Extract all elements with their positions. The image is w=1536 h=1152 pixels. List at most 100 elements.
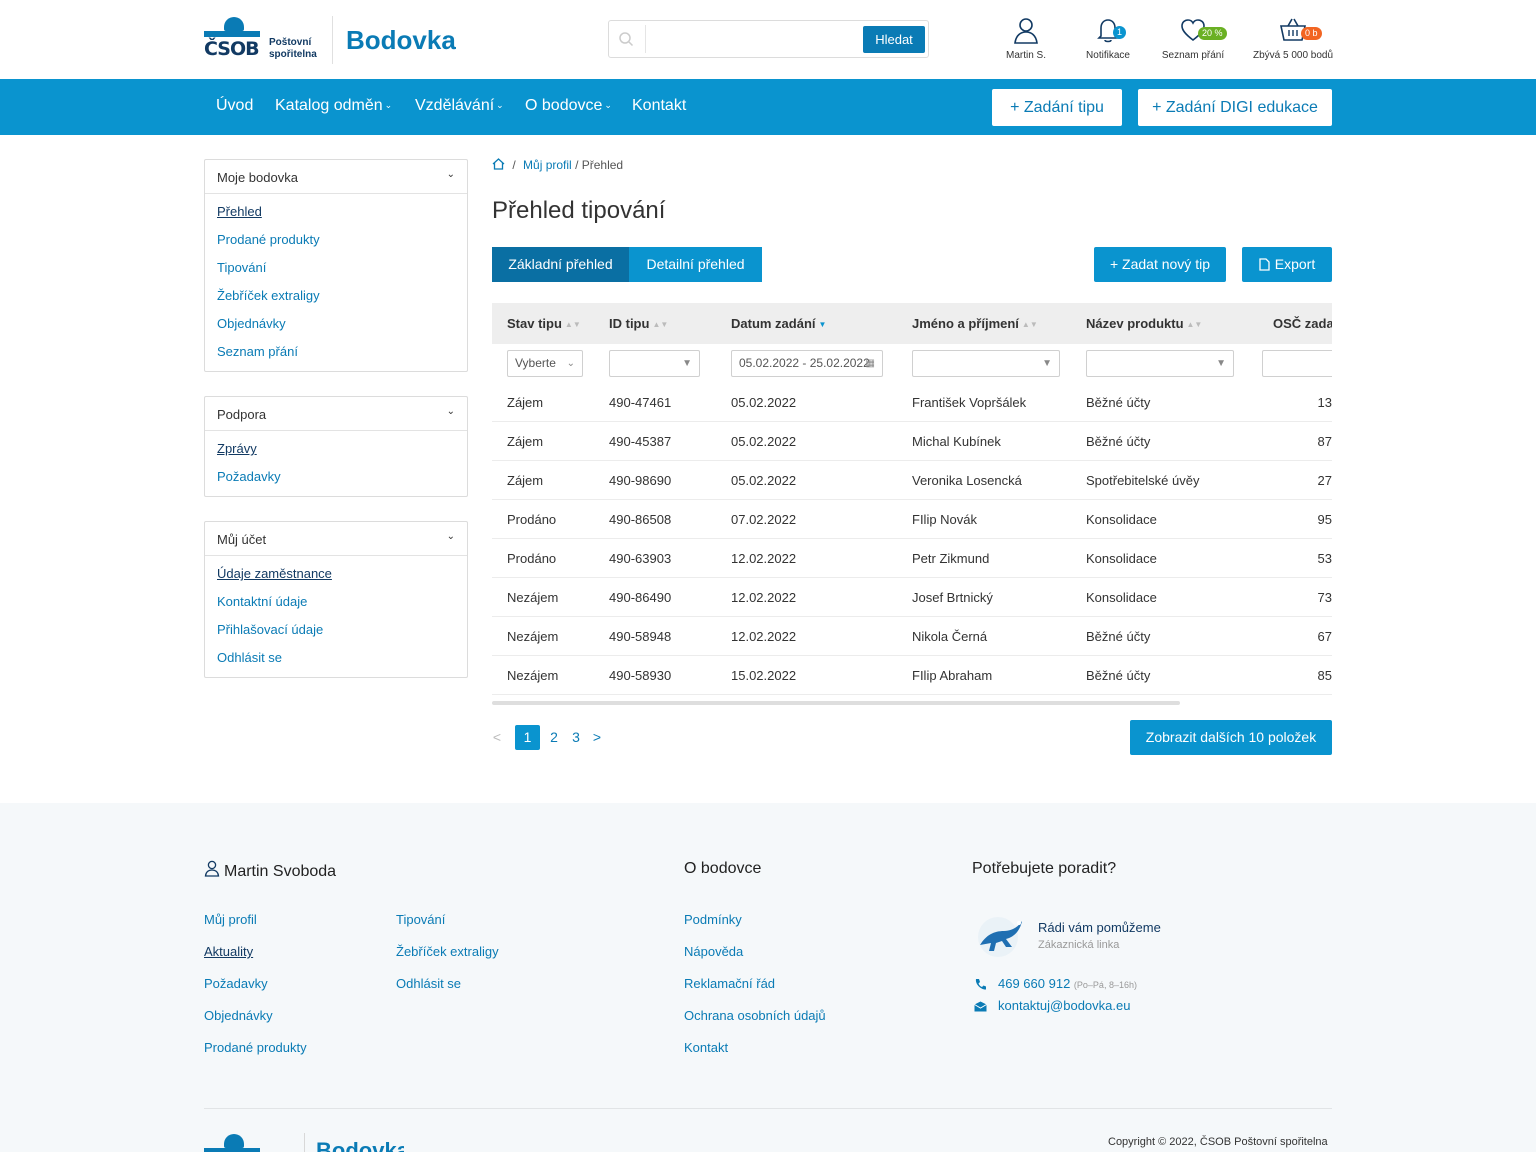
name-filter[interactable]: ▼ bbox=[912, 350, 1060, 377]
page-3[interactable]: 3 bbox=[568, 725, 584, 750]
footer-logo[interactable]: Bodovka bbox=[204, 1133, 404, 1152]
table-row[interactable]: Zájem 490-45387 05.02.2022 Michal Kubínek Bě… bbox=[492, 422, 1332, 461]
nav-o-bodovce[interactable]: O bodovce ⌄ bbox=[525, 97, 612, 115]
add-digi-button[interactable]: + Zadání DIGI edukace bbox=[1138, 89, 1332, 126]
search-button[interactable]: Hledat bbox=[863, 26, 925, 53]
footer-link-aktuality[interactable]: Aktuality bbox=[204, 944, 253, 959]
col-osc[interactable]: OSČ zada bbox=[1273, 316, 1332, 331]
footer-link-pozadavky[interactable]: Požadavky bbox=[204, 976, 268, 991]
footer-link-kontakt[interactable]: Kontakt bbox=[684, 1040, 728, 1055]
table-header: Stav tipu ▲▼ ID tipu ▲▼ Datum zadání ▼ Jmén… bbox=[492, 303, 1332, 344]
sidebar-section-header[interactable]: Můj účet ⌄ bbox=[205, 522, 467, 556]
table-scrollbar[interactable] bbox=[492, 701, 1180, 705]
footer-link-prodane[interactable]: Prodané produkty bbox=[204, 1040, 307, 1055]
footer-user-name: Martin Svoboda bbox=[204, 860, 336, 881]
product-filter[interactable]: ▼ bbox=[1086, 350, 1234, 377]
table-row[interactable]: Prodáno 490-86508 07.02.2022 FIlip Novák Kon… bbox=[492, 500, 1332, 539]
file-icon bbox=[1259, 258, 1270, 271]
table-row[interactable]: Zájem 490-98690 05.02.2022 Veronika Losenck… bbox=[492, 461, 1332, 500]
sidebar-item-zpravy[interactable]: Zprávy bbox=[217, 439, 455, 467]
user-icon bbox=[1014, 18, 1038, 44]
sidebar-item-prihlasovaci-udaje[interactable]: Přihlašovací údaje bbox=[217, 620, 455, 648]
osc-filter[interactable] bbox=[1262, 350, 1332, 377]
table-cell: 490-98690 bbox=[609, 473, 672, 488]
footer-link-odhlasit[interactable]: Odhlásit se bbox=[396, 976, 461, 991]
logo-divider bbox=[332, 16, 333, 64]
prev-page-button[interactable]: < bbox=[490, 725, 504, 750]
status-filter[interactable]: Vyberte ⌄ bbox=[507, 350, 583, 377]
email-link[interactable]: kontaktuj@bodovka.eu bbox=[998, 998, 1130, 1013]
export-button[interactable]: Export bbox=[1242, 247, 1332, 282]
nav-vzdelavani[interactable]: Vzdělávání ⌄ bbox=[415, 97, 504, 115]
table-cell: Zájem bbox=[507, 473, 544, 488]
nav-uvod[interactable]: Úvod bbox=[216, 97, 253, 115]
sidebar-item-kontaktni-udaje[interactable]: Kontaktní údaje bbox=[217, 592, 455, 620]
col-produkt[interactable]: Název produktu ▲▼ bbox=[1086, 316, 1202, 331]
breadcrumb-profile[interactable]: Můj profil bbox=[523, 158, 572, 172]
table-cell: 490-86508 bbox=[609, 512, 672, 527]
add-tip-button[interactable]: + Zadání tipu bbox=[992, 89, 1122, 126]
sidebar-item-pozadavky[interactable]: Požadavky bbox=[217, 467, 455, 495]
col-id-tipu[interactable]: ID tipu ▲▼ bbox=[609, 316, 668, 331]
search-input[interactable] bbox=[645, 25, 859, 53]
page-title: Přehled tipování bbox=[492, 197, 666, 224]
table-cell: Prodáno bbox=[507, 551, 557, 566]
footer-link-objednavky[interactable]: Objednávky bbox=[204, 1008, 273, 1023]
help-heading: Rádi vám pomůžeme bbox=[1038, 920, 1161, 935]
table-row[interactable]: Nezájem 490-58948 12.02.2022 Nikola Černá Bě… bbox=[492, 617, 1332, 656]
table-row[interactable]: Nezájem 490-58930 15.02.2022 FIlip Abraham B… bbox=[492, 656, 1332, 695]
sidebar-item-prodane-produkty[interactable]: Prodané produkty bbox=[217, 230, 455, 258]
footer-link-tipovani[interactable]: Tipování bbox=[396, 912, 445, 927]
footer-link-napoveda[interactable]: Nápověda bbox=[684, 944, 743, 959]
header-wishlist[interactable]: 20 % Seznam přání bbox=[1158, 16, 1228, 61]
sidebar-muj-ucet: Můj účet ⌄ Údaje zaměstnance Kontaktní úd… bbox=[204, 521, 468, 678]
wishlist-badge: 20 % bbox=[1198, 27, 1227, 40]
table-cell: FIlip Novák bbox=[912, 512, 978, 527]
csob-logo[interactable]: ČSOB Poštovní spořitelna Bodovka bbox=[204, 16, 456, 64]
tab-detail[interactable]: Detailní přehled bbox=[629, 247, 762, 282]
header-basket[interactable]: 0 b Zbývá 5 000 bodů bbox=[1248, 16, 1338, 61]
nav-katalog[interactable]: Katalog odměn ⌄ bbox=[275, 97, 392, 115]
table-cell: 85 bbox=[1317, 668, 1332, 683]
col-jmeno[interactable]: Jméno a příjmení ▲▼ bbox=[912, 316, 1038, 331]
sidebar-item-seznam-prani[interactable]: Seznam přání bbox=[217, 342, 455, 370]
table-cell: 95 bbox=[1317, 512, 1332, 527]
tab-basic[interactable]: Základní přehled bbox=[492, 247, 629, 282]
footer-link-profil[interactable]: Můj profil bbox=[204, 912, 257, 927]
date-filter[interactable]: 05.02.2022 - 25.02.2022 ▦ bbox=[731, 350, 883, 377]
sort-icon: ▲▼ bbox=[652, 320, 669, 329]
sidebar-item-tipovani[interactable]: Tipování bbox=[217, 258, 455, 286]
sidebar-item-udaje-zamestnance[interactable]: Údaje zaměstnance bbox=[217, 564, 455, 592]
nav-kontakt[interactable]: Kontakt bbox=[632, 97, 686, 115]
site-footer: Martin Svoboda Můj profil Aktuality Poža… bbox=[0, 803, 1536, 1152]
sidebar-item-odhlasit[interactable]: Odhlásit se bbox=[217, 648, 455, 676]
footer-link-reklamace[interactable]: Reklamační řád bbox=[684, 976, 775, 991]
header-user[interactable]: Martin S. bbox=[1001, 16, 1051, 61]
chevron-down-icon: ⌄ bbox=[566, 358, 575, 369]
next-page-button[interactable]: > bbox=[590, 725, 604, 750]
table-cell: FIlip Abraham bbox=[912, 668, 993, 683]
page-1[interactable]: 1 bbox=[515, 725, 540, 750]
phone-link[interactable]: 469 660 912 (Po–Pá, 8–16h) bbox=[998, 976, 1137, 991]
col-datum-zadani[interactable]: Datum zadání ▼ bbox=[731, 316, 826, 331]
sidebar-section-header[interactable]: Moje bodovka ⌄ bbox=[205, 160, 467, 194]
page-2[interactable]: 2 bbox=[546, 725, 562, 750]
col-stav-tipu[interactable]: Stav tipu ▲▼ bbox=[507, 316, 581, 331]
new-tip-button[interactable]: + Zadat nový tip bbox=[1094, 247, 1226, 282]
table-cell: 07.02.2022 bbox=[731, 512, 797, 527]
sidebar-item-objednavky[interactable]: Objednávky bbox=[217, 314, 455, 342]
table-row[interactable]: Nezájem 490-86490 12.02.2022 Josef Brtnický… bbox=[492, 578, 1332, 617]
home-icon[interactable] bbox=[492, 158, 505, 170]
sidebar-item-zebricek[interactable]: Žebříček extraligy bbox=[217, 286, 455, 314]
show-more-button[interactable]: Zobrazit dalších 10 položek bbox=[1130, 720, 1332, 755]
footer-link-zebricek[interactable]: Žebříček extraligy bbox=[396, 944, 499, 959]
footer-link-podminky[interactable]: Podmínky bbox=[684, 912, 742, 927]
id-filter[interactable]: ▼ bbox=[609, 350, 700, 377]
table-row[interactable]: Zájem 490-47461 05.02.2022 František Vopršá… bbox=[492, 383, 1332, 422]
header-notifications[interactable]: 1 Notifikace bbox=[1080, 16, 1136, 61]
sidebar-item-prehled[interactable]: Přehled bbox=[217, 202, 455, 230]
sidebar-section-header[interactable]: Podpora ⌄ bbox=[205, 397, 467, 431]
table-row[interactable]: Prodáno 490-63903 12.02.2022 Petr Zikmund Ko… bbox=[492, 539, 1332, 578]
chevron-down-icon: ⌄ bbox=[446, 406, 455, 417]
footer-link-gdpr[interactable]: Ochrana osobních údajů bbox=[684, 1008, 826, 1023]
